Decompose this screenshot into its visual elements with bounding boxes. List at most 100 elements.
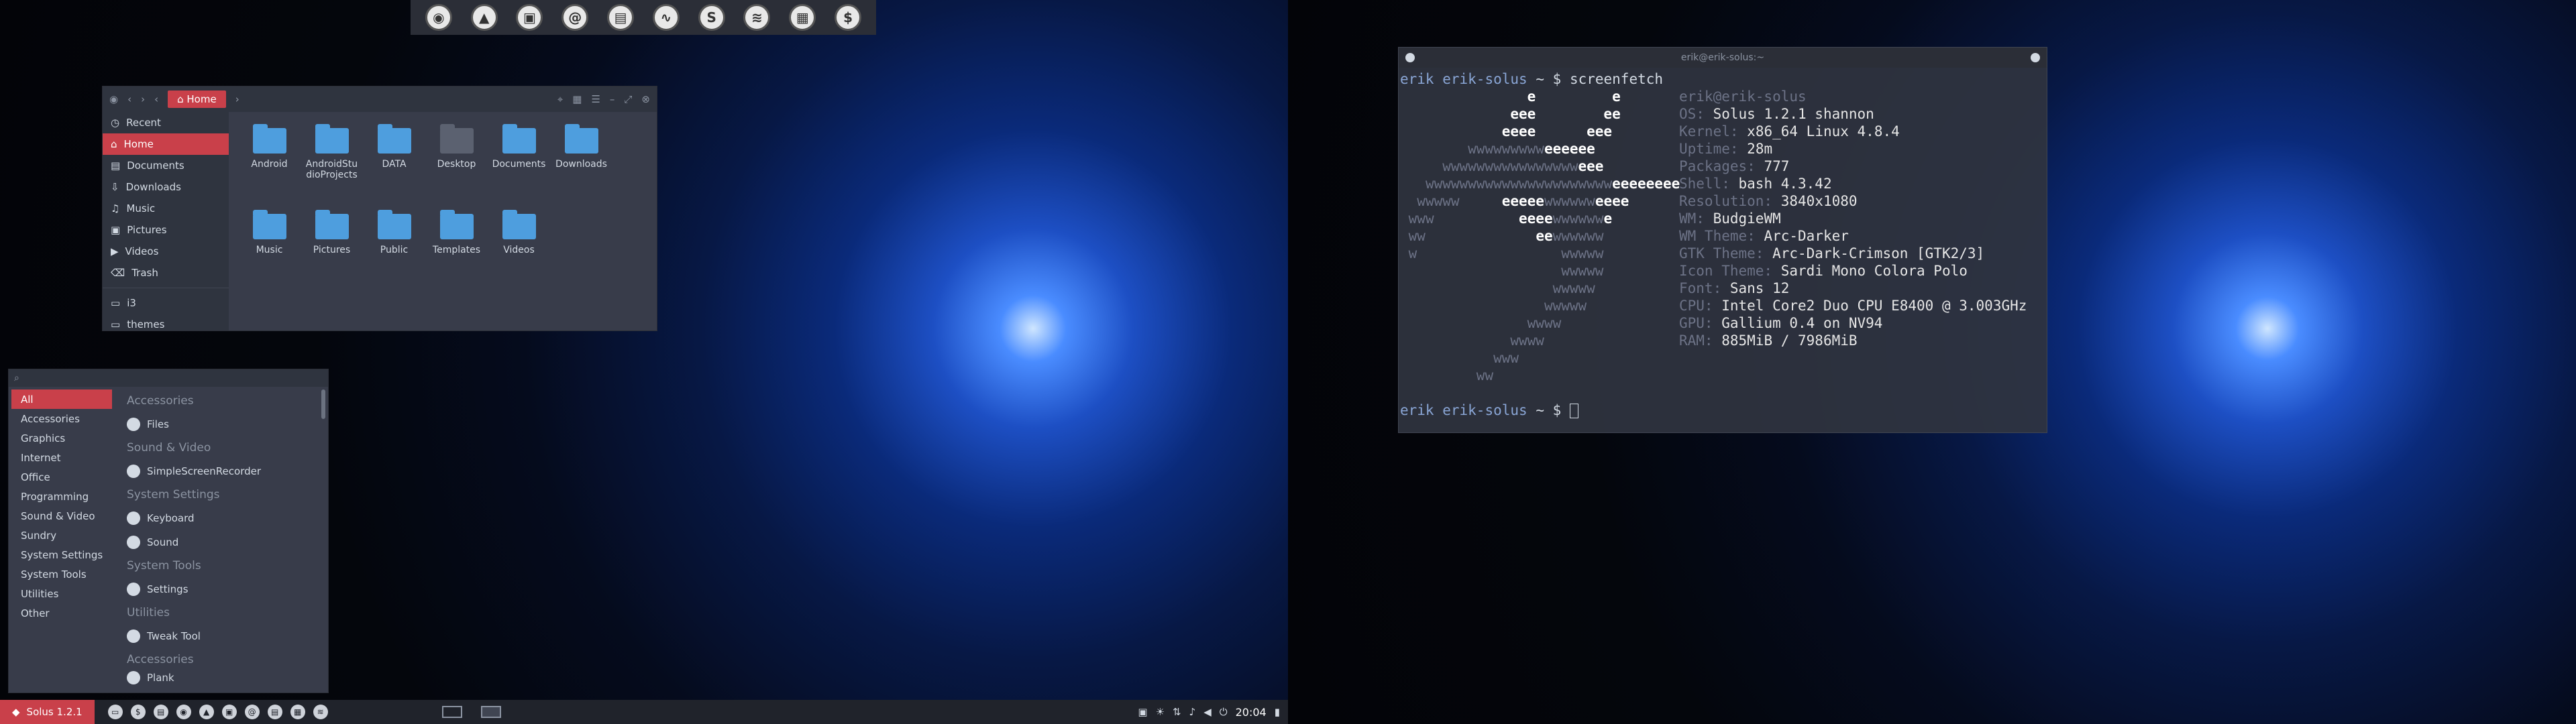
menu-app-item[interactable]: Files bbox=[119, 412, 321, 436]
image-viewer-icon[interactable]: ▣ bbox=[516, 4, 543, 31]
forward-icon[interactable]: › bbox=[141, 93, 145, 105]
grid-view-icon[interactable]: ▦ bbox=[572, 93, 582, 105]
solus-menu-button[interactable]: ◆ Solus 1.2.1 bbox=[0, 700, 95, 724]
terminal-icon[interactable]: $ bbox=[130, 705, 146, 719]
firefox-icon[interactable]: ◉ bbox=[425, 4, 452, 31]
close-icon[interactable] bbox=[2031, 53, 2040, 62]
menu-category[interactable]: Accessories bbox=[9, 409, 115, 428]
file-item[interactable]: DATA bbox=[363, 124, 425, 210]
back-icon[interactable]: ‹ bbox=[127, 93, 131, 105]
sidebar-item-pictures[interactable]: ▣ Pictures bbox=[103, 219, 229, 241]
ascii-logo: eee ee bbox=[1400, 106, 1621, 122]
volume-icon[interactable]: ◀ bbox=[1203, 706, 1212, 718]
minimize-icon[interactable]: – bbox=[610, 93, 615, 105]
menu-app-item[interactable]: Sound bbox=[119, 530, 321, 554]
menu-category[interactable]: Other bbox=[9, 603, 115, 623]
sidebar-item-home[interactable]: ⌂ Home bbox=[103, 133, 229, 155]
show-desktop-icon[interactable]: ▭ bbox=[107, 705, 123, 719]
file-item[interactable]: Public bbox=[363, 210, 425, 296]
window-menu-icon[interactable]: ◉ bbox=[109, 93, 118, 105]
file-item[interactable]: Desktop bbox=[425, 124, 488, 210]
menu-scrollbar[interactable] bbox=[321, 389, 325, 419]
network-icon[interactable]: ⇅ bbox=[1173, 706, 1181, 718]
sidebar-item-trash[interactable]: ⌫ Trash bbox=[103, 262, 229, 284]
terminal-output[interactable]: erik erik-solus ~ $ screenfetch e e erik@… bbox=[1399, 68, 2047, 422]
sidebar-item-downloads[interactable]: ⇩ Downloads bbox=[103, 176, 229, 198]
sidebar-item-documents[interactable]: ▤ Documents bbox=[103, 155, 229, 176]
workspace-2[interactable] bbox=[480, 706, 501, 718]
at-icon[interactable]: @ bbox=[244, 705, 260, 719]
file-item[interactable]: Music bbox=[238, 210, 301, 296]
files-icon bbox=[127, 418, 140, 431]
menu-app-item[interactable]: Settings bbox=[119, 577, 321, 601]
skype-icon[interactable]: S bbox=[698, 4, 725, 31]
sidebar-item-music[interactable]: ♫ Music bbox=[103, 198, 229, 219]
file-item[interactable]: AndroidStudioProjects bbox=[301, 124, 363, 210]
workspace-switcher bbox=[441, 706, 501, 718]
breadcrumb-home[interactable]: ⌂ Home bbox=[168, 90, 226, 108]
menu-category[interactable]: System Tools bbox=[9, 564, 115, 584]
file-item[interactable]: Videos bbox=[488, 210, 550, 296]
menu-category[interactable]: Internet bbox=[9, 448, 115, 467]
workspace-1[interactable] bbox=[441, 706, 462, 718]
menu-category[interactable]: Sundry bbox=[9, 526, 115, 545]
sidebar-item-recent[interactable]: ◷ Recent bbox=[103, 112, 229, 133]
sidebar-item-label: Videos bbox=[125, 245, 159, 257]
sidebar-item-themes[interactable]: ▭ themes bbox=[103, 314, 229, 335]
spotify-icon[interactable]: ≋ bbox=[743, 4, 771, 31]
document-icon: ▤ bbox=[111, 160, 121, 172]
path-left-icon[interactable]: ‹ bbox=[154, 93, 158, 105]
file-manager-header: ◉ ‹ › ‹ ⌂ Home › ⌖ ▦ ☰ – ⤢ ⊗ bbox=[103, 86, 657, 112]
lightbulb-icon[interactable]: ☀ bbox=[1156, 706, 1165, 718]
terminal-icon[interactable]: $ bbox=[835, 4, 862, 31]
image-icon[interactable]: ▣ bbox=[1138, 706, 1147, 718]
spotify-icon[interactable]: ≋ bbox=[313, 705, 328, 719]
vlc-icon[interactable]: ▲ bbox=[470, 4, 498, 31]
maximize-icon[interactable]: ⤢ bbox=[624, 93, 632, 105]
menu-category[interactable]: Utilities bbox=[9, 584, 115, 603]
file-name: Templates bbox=[432, 245, 481, 255]
location-icon[interactable]: ⌖ bbox=[557, 93, 563, 105]
menu-app-item[interactable]: Plank bbox=[119, 671, 321, 684]
firefox-icon[interactable]: ◉ bbox=[176, 705, 191, 719]
file-item[interactable]: Templates bbox=[425, 210, 488, 296]
at-icon[interactable]: @ bbox=[561, 4, 589, 31]
path-right-icon[interactable]: › bbox=[235, 93, 239, 105]
power-icon[interactable]: ⏻ bbox=[1220, 706, 1228, 718]
image-viewer-icon[interactable]: ▣ bbox=[221, 705, 237, 719]
menu-app-item[interactable]: Keyboard bbox=[119, 506, 321, 530]
file-name: DATA bbox=[382, 159, 407, 170]
clock[interactable]: 20:04 bbox=[1236, 706, 1267, 719]
window-menu-icon[interactable] bbox=[1405, 53, 1415, 62]
menu-icon[interactable]: ☰ bbox=[591, 93, 600, 105]
menu-search-input[interactable]: ⌕ bbox=[9, 369, 328, 387]
file-item[interactable]: Android bbox=[238, 124, 301, 210]
raven-icon[interactable]: ▮ bbox=[1275, 706, 1280, 718]
close-icon[interactable]: ⊗ bbox=[641, 93, 650, 105]
files-icon[interactable]: ▤ bbox=[153, 705, 168, 719]
info-key: Font: bbox=[1679, 280, 1722, 296]
sidebar-item-i3[interactable]: ▭ i3 bbox=[103, 292, 229, 314]
left-monitor-wallpaper: ◉ ▲ ▣ @ ▤ ∿ S ≋ ▦ $ ◉ ‹ › ‹ ⌂ Home › ⌖ ▦… bbox=[0, 0, 1288, 724]
file-item[interactable]: Downloads bbox=[550, 124, 612, 210]
menu-category[interactable]: Office bbox=[9, 467, 115, 487]
sidebar-item-videos[interactable]: ▶ Videos bbox=[103, 241, 229, 262]
notification-icon[interactable]: ♪ bbox=[1189, 706, 1196, 718]
chrome-app-icon[interactable]: ▦ bbox=[789, 4, 816, 31]
menu-category[interactable]: Graphics bbox=[9, 428, 115, 448]
info-key: Resolution: bbox=[1679, 193, 1773, 209]
ascii-logo: w wwwww bbox=[1408, 245, 1604, 261]
menu-category[interactable]: Programming bbox=[9, 487, 115, 506]
menu-app-item[interactable]: SimpleScreenRecorder bbox=[119, 459, 321, 483]
office-icon[interactable]: ▤ bbox=[607, 4, 635, 31]
office-icon[interactable]: ▤ bbox=[267, 705, 282, 719]
file-item[interactable]: Pictures bbox=[301, 210, 363, 296]
chrome-app-icon[interactable]: ▦ bbox=[290, 705, 305, 719]
menu-category[interactable]: System Settings bbox=[9, 545, 115, 564]
file-item[interactable]: Documents bbox=[488, 124, 550, 210]
activity-icon[interactable]: ∿ bbox=[652, 4, 680, 31]
menu-app-item[interactable]: Tweak Tool bbox=[119, 624, 321, 648]
vlc-icon[interactable]: ▲ bbox=[199, 705, 214, 719]
menu-category[interactable]: Sound & Video bbox=[9, 506, 115, 526]
menu-category[interactable]: All bbox=[11, 389, 112, 409]
